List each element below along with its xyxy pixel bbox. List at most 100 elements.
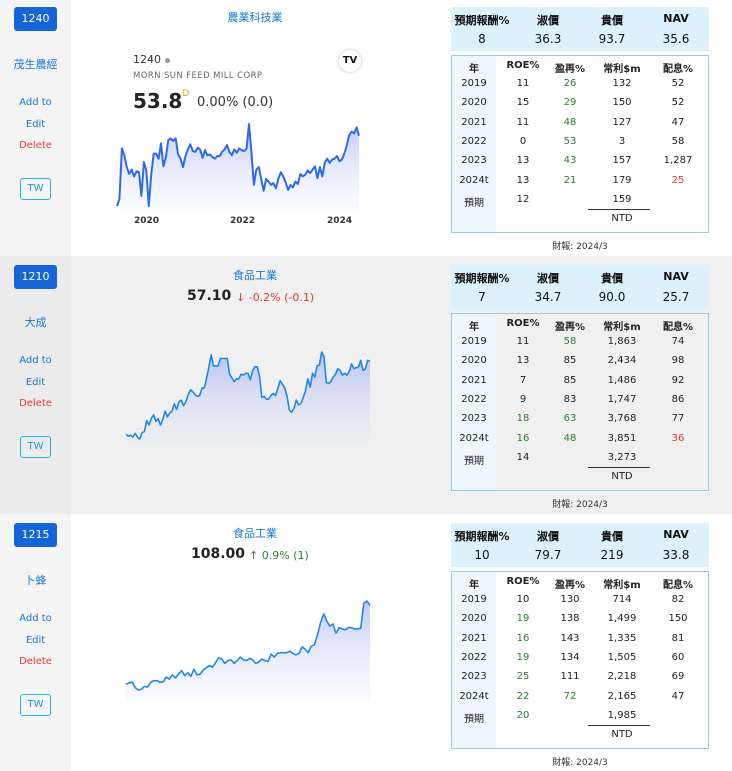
delete-button[interactable]: Delete: [0, 398, 71, 409]
table-cell: 143: [560, 632, 580, 644]
summary-value: 36.3: [534, 32, 562, 46]
table-cell: 2021: [461, 116, 487, 128]
company-name-link[interactable]: 卜蜂: [0, 572, 71, 588]
summary-header: 預期報酬% 10 淑價 79.7 貴價 219 NAV 33.8: [451, 523, 709, 567]
summary-header: 預期報酬% 8 淑價 36.3 貴價 93.7 NAV 35.6: [451, 7, 709, 51]
table-cell: 2022: [461, 393, 487, 405]
column-header: 配息%: [662, 322, 694, 333]
table-cell: 3,768: [607, 413, 637, 425]
table-cell: 69: [671, 671, 685, 683]
table-cell: 13: [516, 174, 530, 186]
table-cell: 2021: [461, 374, 487, 386]
table-cell: 11: [516, 116, 530, 128]
table-cell: 11: [516, 336, 530, 347]
summary-value: 34.7: [534, 290, 562, 304]
column-header: ROE%: [506, 576, 540, 587]
table-cell: 111: [560, 671, 580, 683]
stock-code-button[interactable]: 1240: [14, 7, 57, 31]
table-cell: 2021: [461, 632, 487, 644]
table-cell: 16: [516, 632, 530, 644]
table-cell: 預期: [464, 455, 484, 467]
table-cell: 2020: [461, 613, 487, 625]
table-cell: 60: [671, 651, 685, 663]
summary-value: 33.8: [662, 548, 690, 562]
add-to-button[interactable]: Add to: [0, 97, 71, 108]
table-cell: 1,287: [663, 155, 693, 167]
price-chart-panel: 食品工業 57.10 ↓ -0.2% (-0.1): [71, 256, 439, 514]
summary-label: 預期報酬%: [454, 14, 510, 27]
table-cell: 2022: [461, 651, 487, 663]
table-cell: 159: [612, 193, 632, 205]
table-cell: 47: [671, 690, 685, 702]
add-to-button[interactable]: Add to: [0, 355, 71, 366]
summary-label: 貴價: [601, 14, 623, 27]
tw-button[interactable]: TW: [20, 436, 51, 458]
column-header: 盈再%: [554, 580, 586, 591]
table-cell: 86: [671, 393, 685, 405]
table-cell: 63: [563, 413, 577, 425]
delete-button[interactable]: Delete: [0, 140, 71, 151]
price-line-chart[interactable]: [71, 514, 439, 771]
summary-label: 貴價: [601, 272, 623, 285]
edit-button[interactable]: Edit: [0, 119, 71, 130]
table-cell: 20: [516, 709, 530, 721]
summary-label: 貴價: [601, 530, 623, 543]
table-cell: 2023: [461, 413, 487, 425]
column-header: 年: [469, 64, 479, 75]
table-cell: 1,985: [607, 709, 637, 721]
annual-table: 年 ROE% 盈再% 常利$m 配息% 2019 10 130 714 82 2020 19 138 1,…: [451, 571, 709, 750]
tw-button[interactable]: TW: [20, 178, 51, 200]
summary-label: 淑價: [537, 530, 559, 543]
table-cell: 12: [516, 193, 530, 205]
table-cell: 3,273: [607, 451, 637, 463]
table-cell: 9: [519, 393, 527, 405]
table-cell: 2023: [461, 155, 487, 167]
table-cell: 58: [563, 336, 577, 347]
company-name-link[interactable]: 茂生農經: [0, 56, 71, 72]
stock-row: 1210 大成 Add to Edit Delete TW 食品工業 57.10…: [0, 256, 732, 514]
table-cell: 預期: [464, 197, 484, 209]
stock-row: 1240 茂生農經 Add to Edit Delete TW 農業科技業 12…: [0, 0, 732, 256]
table-cell: 92: [671, 374, 685, 386]
report-date: 財報: 2024/3: [552, 758, 608, 769]
table-cell: 77: [671, 413, 685, 425]
table-cell: 83: [563, 393, 577, 405]
summary-label: 淑價: [537, 272, 559, 285]
summary-label: 預期報酬%: [454, 530, 510, 543]
table-cell: 72: [563, 690, 577, 702]
table-cell: 1,747: [607, 393, 637, 405]
stock-code-button[interactable]: 1210: [14, 265, 57, 289]
table-cell: 29: [563, 97, 577, 109]
column-header: 常利$m: [603, 64, 641, 75]
delete-button[interactable]: Delete: [0, 656, 71, 667]
stock-code-button[interactable]: 1215: [14, 523, 57, 547]
table-cell: 2019: [461, 78, 487, 89]
table-cell: 2019: [461, 336, 487, 347]
sidebar: 1210 大成 Add to Edit Delete TW: [0, 256, 71, 514]
table-cell: 52: [671, 97, 685, 109]
tw-button[interactable]: TW: [20, 694, 51, 716]
table-cell: 98: [671, 355, 685, 367]
table-cell: 13: [516, 155, 530, 167]
table-cell: 2024t: [459, 690, 489, 702]
stock-row: 1215 卜蜂 Add to Edit Delete TW 食品工業 108.0…: [0, 514, 732, 771]
edit-button[interactable]: Edit: [0, 377, 71, 388]
table-cell: 157: [612, 155, 632, 167]
table-cell: 82: [671, 594, 685, 605]
column-header: 常利$m: [603, 322, 641, 333]
table-cell: 1,335: [607, 632, 637, 644]
table-cell: 2020: [461, 355, 487, 367]
table-cell: 74: [671, 336, 685, 347]
sidebar: 1240 茂生農經 Add to Edit Delete TW: [0, 0, 71, 256]
price-chart-panel: 食品工業 108.00 ↑ 0.9% (1): [71, 514, 439, 771]
table-cell: 2024t: [459, 174, 489, 186]
sum-underline: [588, 466, 650, 468]
column-header: 年: [469, 322, 479, 333]
edit-button[interactable]: Edit: [0, 635, 71, 646]
currency-label: NTD: [611, 728, 633, 740]
add-to-button[interactable]: Add to: [0, 613, 71, 624]
chart-area-fill: [126, 352, 370, 446]
summary-label: NAV: [663, 270, 689, 283]
price-line-chart[interactable]: [71, 256, 439, 514]
company-name-link[interactable]: 大成: [0, 314, 71, 330]
